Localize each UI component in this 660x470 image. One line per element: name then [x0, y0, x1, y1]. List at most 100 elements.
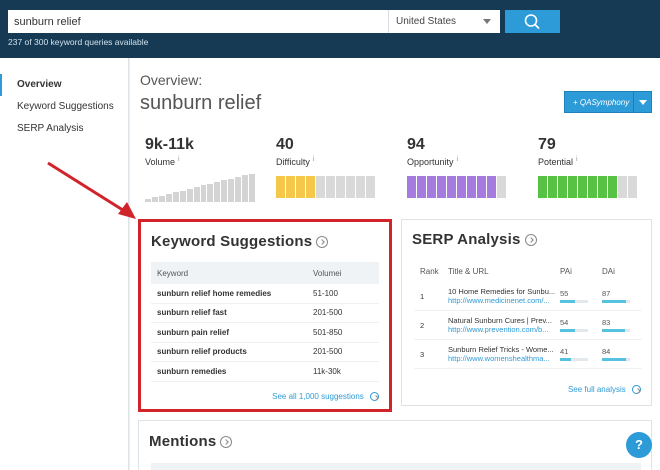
pa-bar — [560, 358, 588, 361]
result-url[interactable]: http://www.prevention.com/b... — [448, 325, 560, 334]
pa-bar — [560, 300, 588, 303]
keyword-cell: sunburn pain relief — [157, 327, 230, 337]
score-segment — [346, 176, 355, 198]
result-title: Sunburn Relief Tricks - Wome... — [448, 345, 554, 354]
metric-value: 40 — [276, 136, 294, 153]
card-title[interactable]: Keyword Suggestions — [151, 233, 329, 250]
qasymphony-label: + QASymphony — [573, 98, 630, 107]
volume-trend-bar — [186, 188, 193, 202]
score-segment — [457, 176, 466, 198]
info-icon[interactable]: i — [178, 156, 180, 163]
table-row: 2 Natural Sunburn Cures | Prev... http://… — [414, 311, 642, 340]
help-chat-button[interactable]: ? — [626, 432, 652, 458]
header-da: DAi — [602, 266, 615, 276]
score-segment — [578, 176, 587, 198]
metric-label: Potential — [538, 157, 574, 167]
table-header: Keyword Volumei — [151, 262, 379, 284]
info-icon[interactable]: i — [576, 156, 578, 163]
chevron-down-icon[interactable] — [633, 92, 651, 112]
keyword-cell: sunburn relief fast — [157, 308, 227, 318]
header-rank: Rank — [420, 266, 439, 276]
sidebar-item-serp-analysis[interactable]: SERP Analysis — [0, 118, 128, 140]
volume-trend-bar — [242, 175, 249, 202]
info-icon[interactable]: i — [570, 267, 572, 276]
metric-label: Volume — [145, 157, 176, 167]
score-segment — [568, 176, 577, 198]
keyword-cell: sunburn relief products — [157, 347, 247, 357]
metric-potential: 79 Potential i — [538, 136, 660, 198]
da-bar — [602, 329, 630, 332]
metric-label: Opportunity — [407, 157, 454, 167]
card-title[interactable]: Mentions — [149, 433, 233, 450]
card-title[interactable]: SERP Analysis — [412, 231, 537, 248]
score-bars — [276, 176, 375, 198]
info-icon[interactable]: i — [457, 156, 459, 163]
volume-cell: 501-850 — [313, 327, 343, 337]
score-segment — [548, 176, 557, 198]
da-bar — [602, 358, 630, 361]
result-url[interactable]: http://www.womenshealthma... — [448, 354, 560, 363]
score-segment — [608, 176, 617, 198]
table-header: Rank Title & URL PAi DAi — [414, 260, 642, 282]
qasymphony-button[interactable]: + QASymphony — [564, 91, 652, 113]
see-all-suggestions-link[interactable]: See all 1,000 suggestions — [272, 392, 379, 402]
header-keyword: Keyword — [157, 268, 189, 278]
keyword-cell: sunburn remedies — [157, 366, 227, 376]
score-segment — [467, 176, 476, 198]
volume-trend-bar — [235, 176, 242, 202]
queries-available: 237 of 300 keyword queries available — [8, 37, 149, 47]
country-select[interactable]: United States — [388, 10, 500, 33]
score-segment — [316, 176, 325, 198]
score-bars — [538, 176, 637, 198]
score-segment — [306, 176, 315, 198]
info-icon[interactable]: i — [613, 267, 615, 276]
search-button[interactable] — [505, 10, 560, 33]
metric-value: 94 — [407, 136, 425, 153]
volume-trend-bar — [151, 197, 158, 202]
result-url[interactable]: http://www.medicinenet.com/... — [448, 296, 560, 305]
info-icon[interactable]: i — [313, 156, 315, 163]
arrow-circle-icon[interactable] — [220, 436, 233, 449]
keyword-cell: sunburn relief home remedies — [157, 288, 272, 298]
score-segment — [296, 176, 305, 198]
pa-value: 55 — [560, 289, 569, 298]
volume-trend-bar — [228, 178, 235, 202]
metric-difficulty: 40 Difficulty i — [276, 136, 400, 198]
table-row[interactable]: sunburn pain relief 501-850 — [151, 323, 379, 343]
table-row[interactable]: sunburn relief home remedies 51-100 — [151, 284, 379, 304]
sidebar-item-keyword-suggestions[interactable]: Keyword Suggestions — [0, 96, 128, 118]
score-segment — [427, 176, 436, 198]
score-segment — [356, 176, 365, 198]
page-title: sunburn relief — [140, 92, 262, 114]
metric-volume: 9k-11k Volume i — [145, 136, 269, 202]
score-segment — [407, 176, 416, 198]
table-row[interactable]: sunburn remedies 11k-30k — [151, 362, 379, 382]
rank-cell: 1 — [420, 291, 425, 301]
metric-value: 79 — [538, 136, 556, 153]
result-title: 10 Home Remedies for Sunbu... — [448, 287, 556, 296]
score-segment — [276, 176, 285, 198]
score-segment — [286, 176, 295, 198]
volume-trend-bar — [193, 187, 200, 202]
arrow-circle-icon[interactable] — [524, 234, 537, 247]
mentions-card: Mentions — [138, 420, 652, 470]
serp-analysis-card: SERP Analysis Rank Title & URL PAi DAi 1… — [401, 219, 652, 406]
search-input[interactable] — [8, 10, 388, 33]
sidebar-item-overview[interactable]: Overview — [0, 74, 128, 96]
see-full-analysis-link[interactable]: See full analysis — [567, 385, 641, 395]
country-value: United States — [396, 16, 457, 27]
info-icon[interactable]: i — [340, 269, 342, 278]
table-row: 3 Sunburn Relief Tricks - Wome... http://… — [414, 340, 642, 369]
volume-trend-bar — [165, 193, 172, 202]
see-full-label: See full analysis — [567, 385, 626, 394]
table-row[interactable]: sunburn relief fast 201-500 — [151, 304, 379, 323]
volume-trend-bar — [221, 180, 228, 202]
arrow-circle-icon[interactable] — [316, 236, 329, 249]
keyword-suggestions-card: Keyword Suggestions Keyword Volumei sunb… — [138, 219, 392, 412]
table-row[interactable]: sunburn relief products 201-500 — [151, 343, 379, 362]
see-all-label: See all 1,000 suggestions — [272, 392, 364, 401]
volume-trend-bar — [172, 192, 179, 202]
metric-opportunity: 94 Opportunity i — [407, 136, 531, 198]
serp-analysis-title: SERP Analysis — [412, 231, 521, 248]
score-segment — [598, 176, 607, 198]
